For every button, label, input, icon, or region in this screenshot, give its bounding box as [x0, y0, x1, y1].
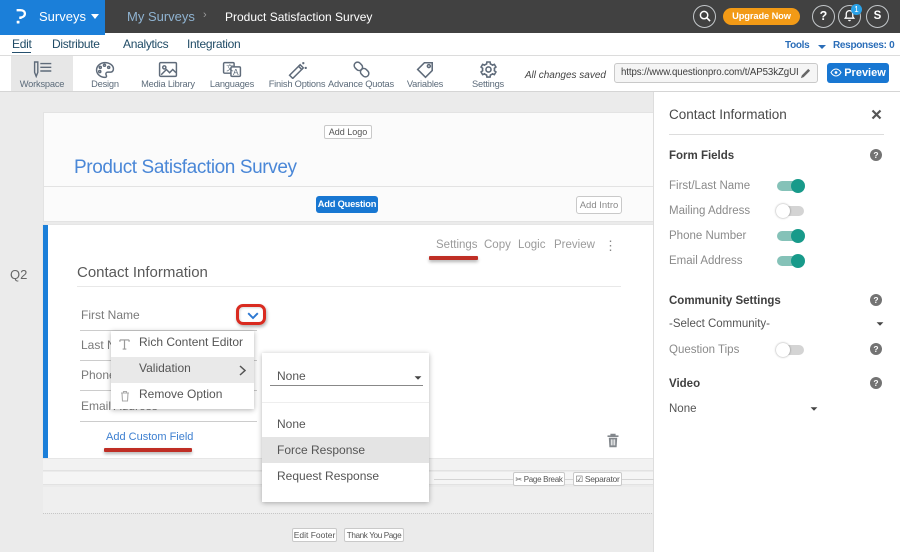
- svg-text:A: A: [233, 67, 239, 77]
